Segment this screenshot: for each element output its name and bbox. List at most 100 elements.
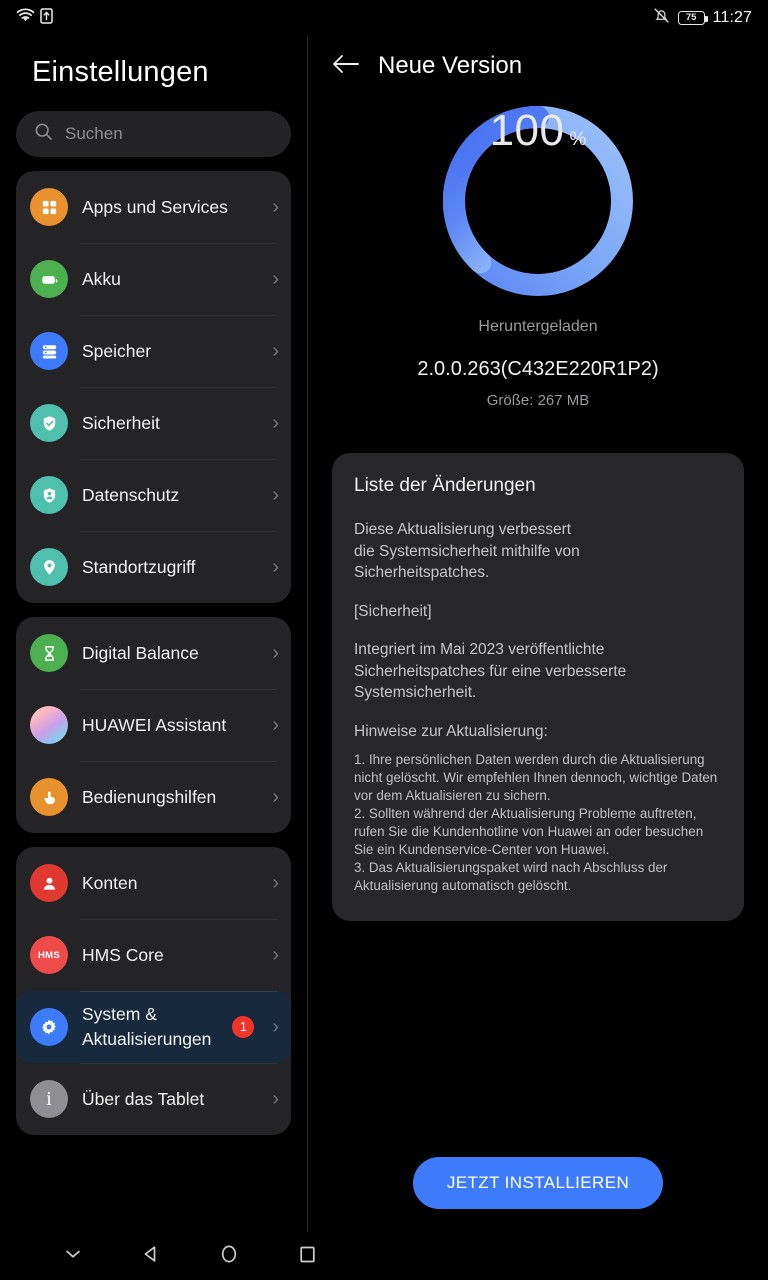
download-progress: 100 % — [308, 105, 768, 296]
row-separator — [80, 459, 277, 460]
status-bar-left — [16, 7, 53, 29]
sidebar-item-standortzugriff[interactable]: Standortzugriff › — [16, 531, 291, 603]
row-separator — [80, 991, 277, 992]
sidebar-group-1: Apps und Services › Akku › Speicher › Si… — [16, 171, 291, 603]
apps-grid-icon — [30, 188, 68, 226]
chevron-down-icon — [63, 1247, 83, 1266]
hide-keyboard-button[interactable] — [60, 1243, 86, 1269]
sidebar-item-ueber-das-tablet[interactable]: i Über das Tablet › — [16, 1063, 291, 1135]
sidebar-item-label: System & Aktualisierungen — [82, 1004, 212, 1049]
chevron-right-icon: › — [272, 484, 279, 506]
row-separator — [80, 919, 277, 920]
storage-stack-icon — [30, 332, 68, 370]
sidebar-item-apps-und-services[interactable]: Apps und Services › — [16, 171, 291, 243]
search-placeholder: Suchen — [65, 124, 123, 143]
chevron-right-icon: › — [272, 642, 279, 664]
hourglass-icon — [30, 634, 68, 672]
row-separator — [80, 1063, 277, 1064]
assistant-orb-icon — [30, 706, 68, 744]
wifi-icon — [16, 8, 35, 28]
sidebar-item-digital-balance[interactable]: Digital Balance › — [16, 617, 291, 689]
row-separator — [80, 315, 277, 316]
changelog-paragraph-2: [Sicherheit] — [354, 602, 432, 620]
sidebar-item-label: Apps und Services — [82, 196, 228, 217]
status-bar: 75 11:27 — [0, 0, 768, 36]
chevron-right-icon: › — [272, 944, 279, 966]
progress-percent-value: 100 — [489, 106, 565, 155]
changelog-paragraph-1: Diese Aktualisierung verbessert die Syst… — [354, 521, 580, 581]
install-now-button[interactable]: JETZT INSTALLIEREN — [412, 1157, 664, 1209]
sidebar-item-konten[interactable]: Konten › — [16, 847, 291, 919]
chevron-right-icon: › — [272, 556, 279, 578]
search-icon — [34, 122, 53, 146]
row-separator — [80, 531, 277, 532]
changelog-paragraph-4: Hinweise zur Aktualisierung: — [354, 722, 548, 740]
chevron-right-icon: › — [272, 340, 279, 362]
clock-text: 11:27 — [712, 9, 752, 26]
sidebar-item-label: Digital Balance — [82, 642, 199, 663]
update-detail-pane: Neue Version 100 % Heruntergeladen 2.0.0… — [308, 36, 768, 1232]
recents-button[interactable] — [294, 1243, 320, 1269]
back-arrow-icon[interactable] — [332, 53, 360, 80]
sidebar-item-huawei-assistant[interactable]: HUAWEI Assistant › — [16, 689, 291, 761]
sidebar-item-label: Datenschutz — [82, 484, 180, 505]
sidebar-item-akku[interactable]: Akku › — [16, 243, 291, 315]
bell-muted-icon — [653, 7, 670, 29]
accessibility-tap-icon — [30, 778, 68, 816]
row-separator — [80, 689, 277, 690]
triangle-back-icon — [141, 1244, 161, 1269]
chevron-right-icon: › — [272, 412, 279, 434]
info-icon: i — [30, 1080, 68, 1118]
sidebar-item-label: Akku — [82, 268, 121, 289]
person-icon — [30, 864, 68, 902]
sidebar-item-label: HUAWEI Assistant — [82, 714, 227, 735]
sidebar-item-datenschutz[interactable]: Datenschutz › — [16, 459, 291, 531]
location-pin-icon — [30, 548, 68, 586]
status-bar-right: 75 11:27 — [653, 7, 752, 29]
circle-home-icon — [219, 1243, 239, 1270]
settings-screen: 75 11:27 Einstellungen Suchen Apps und S… — [0, 0, 768, 1280]
sidebar-group-2: Digital Balance › HUAWEI Assistant › Bed… — [16, 617, 291, 833]
changelog-title: Liste der Änderungen — [354, 475, 536, 496]
download-status-text: Heruntergeladen — [478, 318, 598, 335]
chevron-right-icon: › — [272, 786, 279, 808]
sidebar-item-label: Standortzugriff — [82, 556, 196, 577]
sidebar-item-hms-core[interactable]: HMS HMS Core › — [16, 919, 291, 991]
chevron-right-icon: › — [272, 872, 279, 894]
vpn-upload-icon — [40, 7, 53, 29]
page-title: Einstellungen — [32, 56, 209, 88]
home-button[interactable] — [216, 1243, 242, 1269]
row-separator — [80, 387, 277, 388]
square-recents-icon — [298, 1244, 317, 1269]
chevron-right-icon: › — [272, 1016, 279, 1038]
sidebar-item-label: Über das Tablet — [82, 1088, 205, 1109]
sidebar-group-3: Konten › HMS HMS Core › System & Aktuali… — [16, 847, 291, 1135]
back-button[interactable] — [138, 1243, 164, 1269]
shield-check-icon — [30, 404, 68, 442]
sidebar-item-system-und-aktualisierungen[interactable]: System & Aktualisierungen 1 › — [16, 991, 291, 1063]
settings-sidebar: Einstellungen Suchen Apps und Services › — [0, 36, 307, 1232]
detail-header: Neue Version — [308, 36, 768, 80]
row-separator — [80, 243, 277, 244]
detail-title: Neue Version — [378, 52, 523, 79]
install-button-container: JETZT INSTALLIEREN — [308, 1157, 768, 1209]
hms-icon: HMS — [30, 936, 68, 974]
changelog-paragraph-3: Integriert im Mai 2023 veröffentlichte S… — [354, 641, 627, 701]
progress-ring: 100 % — [442, 105, 633, 296]
sidebar-item-sicherheit[interactable]: Sicherheit › — [16, 387, 291, 459]
progress-percent: 100 % — [443, 106, 633, 296]
sidebar-item-bedienungshilfen[interactable]: Bedienungshilfen › — [16, 761, 291, 833]
sidebar-item-label: HMS Core — [82, 944, 164, 965]
sidebar-item-label: Speicher — [82, 340, 152, 361]
status-badge: 1 — [232, 1016, 255, 1038]
search-input[interactable]: Suchen — [16, 111, 291, 157]
battery-level-text: 75 — [685, 12, 697, 24]
chevron-right-icon: › — [272, 714, 279, 736]
sidebar-item-label: Konten — [82, 872, 138, 893]
sidebar-item-speicher[interactable]: Speicher › — [16, 315, 291, 387]
battery-icon — [30, 260, 68, 298]
changelog-card: Liste der Änderungen Diese Aktualisierun… — [332, 453, 744, 921]
version-text: 2.0.0.263(C432E220R1P2) — [417, 358, 659, 380]
chevron-right-icon: › — [272, 1088, 279, 1110]
shield-person-icon — [30, 476, 68, 514]
